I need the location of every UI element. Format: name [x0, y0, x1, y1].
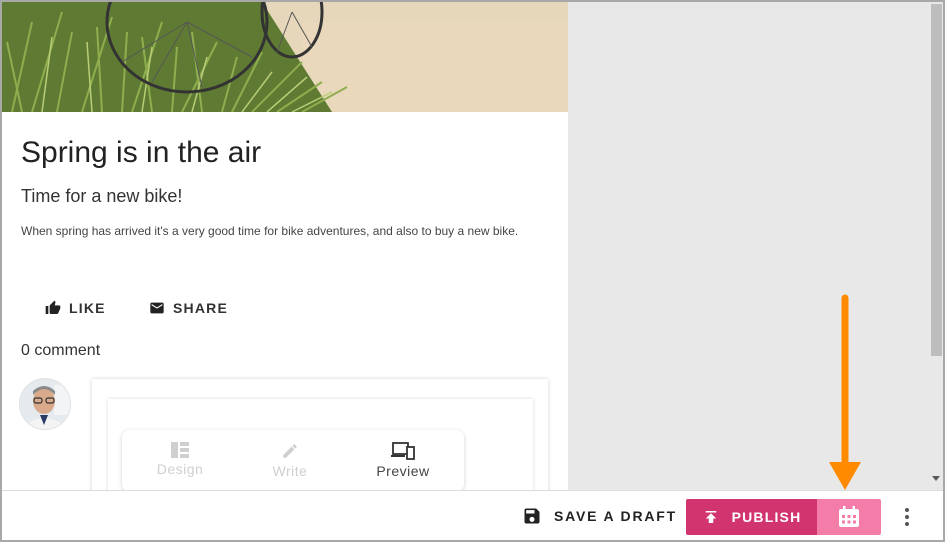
post-subtitle: Time for a new bike! [21, 186, 183, 206]
grid-layout-icon [171, 442, 189, 458]
bottom-toolbar: SAVE A DRAFT PUBLISH [2, 490, 943, 540]
post-title: Spring is in the air [21, 136, 262, 169]
mode-preview[interactable]: Preview [363, 442, 443, 479]
devices-icon [391, 442, 415, 460]
mode-preview-label: Preview [376, 463, 430, 479]
share-label: SHARE [173, 300, 229, 316]
envelope-icon [150, 302, 164, 314]
publish-button[interactable]: PUBLISH [686, 499, 817, 535]
post-card: Spring is in the air Time for a new bike… [2, 2, 568, 490]
save-draft-button[interactable]: SAVE A DRAFT [522, 506, 677, 526]
annotation-arrow-icon [829, 294, 861, 490]
share-button[interactable]: SHARE [149, 300, 228, 316]
pencil-icon [283, 444, 297, 458]
mode-design[interactable]: Design [140, 442, 220, 477]
calendar-icon [839, 506, 859, 527]
avatar [20, 379, 70, 429]
like-button[interactable]: LIKE [45, 300, 106, 316]
vertical-scrollbar[interactable] [928, 2, 943, 490]
comment-editor-inner: Design Write Preview [108, 399, 533, 490]
editor-mode-switcher: Design Write Preview [122, 430, 464, 490]
thumbs-up-icon [45, 300, 61, 314]
floppy-disk-icon [524, 508, 540, 524]
app-window: Spring is in the air Time for a new bike… [0, 0, 945, 542]
comment-editor: Design Write Preview [92, 379, 548, 490]
post-body: When spring has arrived it's a very good… [21, 224, 519, 238]
more-vertical-icon[interactable] [898, 505, 916, 529]
scrollbar-thumb[interactable] [931, 4, 942, 356]
schedule-button[interactable] [817, 499, 881, 535]
mode-design-label: Design [156, 461, 204, 477]
like-label: LIKE [69, 300, 106, 316]
upload-icon [705, 511, 716, 523]
mode-write[interactable]: Write [250, 442, 330, 479]
publish-label: PUBLISH [731, 509, 802, 525]
mode-write-label: Write [272, 463, 308, 479]
post-cover-image [2, 2, 568, 112]
save-draft-label: SAVE A DRAFT [554, 508, 677, 524]
scroll-down-arrow-icon[interactable] [932, 476, 940, 481]
comment-count: 0 comment [21, 342, 101, 359]
